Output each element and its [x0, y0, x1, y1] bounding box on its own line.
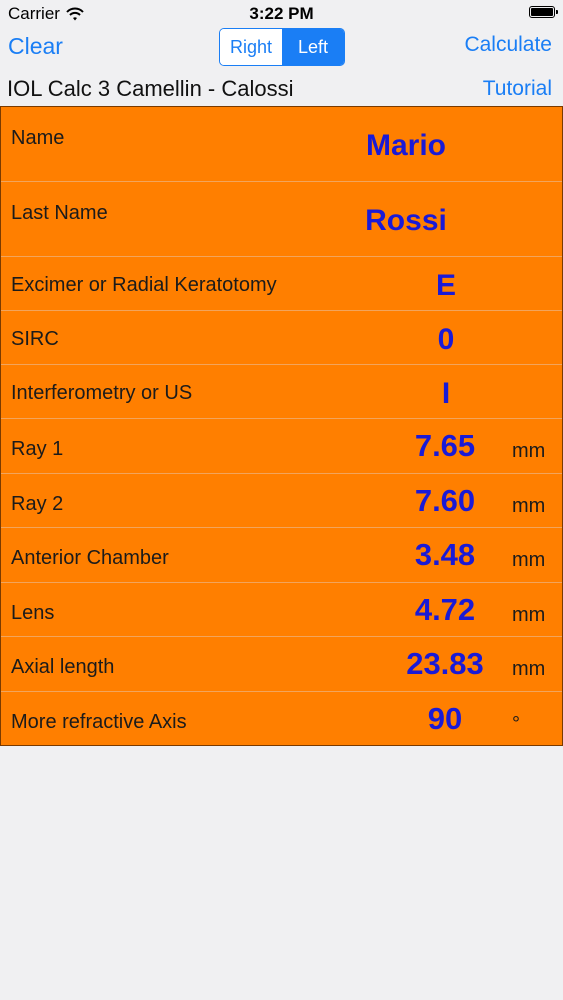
row-last-name[interactable]: Last Name Rossi	[1, 182, 562, 257]
segment-right[interactable]: Right	[220, 29, 282, 65]
axial-length-unit: mm	[512, 658, 546, 680]
battery-icon	[529, 6, 558, 18]
calculate-button[interactable]: Calculate	[464, 33, 552, 57]
anterior-chamber-value[interactable]: 3.48	[370, 537, 520, 573]
axial-length-value[interactable]: 23.83	[370, 646, 520, 682]
row-lens[interactable]: Lens 4.72 mm	[1, 583, 562, 637]
status-bar: Carrier 3:22 PM	[0, 0, 563, 28]
interferometry-label: Interferometry or US	[11, 382, 193, 404]
ray-1-value[interactable]: 7.65	[370, 428, 520, 464]
excimer-value[interactable]: E	[371, 269, 521, 303]
tutorial-button[interactable]: Tutorial	[483, 77, 552, 101]
eye-segmented-control: Right Left	[219, 28, 345, 66]
row-ray-2[interactable]: Ray 2 7.60 mm	[1, 474, 562, 528]
refractive-axis-value[interactable]: 90	[370, 701, 520, 737]
name-value[interactable]: Mario	[331, 129, 481, 163]
excimer-label: Excimer or Radial Keratotomy	[11, 274, 277, 296]
sirc-value[interactable]: 0	[371, 323, 521, 357]
refractive-axis-label: More refractive Axis	[11, 710, 187, 733]
lens-unit: mm	[512, 603, 546, 626]
axial-length-label: Axial length	[11, 656, 115, 678]
anterior-chamber-unit: mm	[512, 549, 546, 571]
row-name[interactable]: Name Mario	[1, 107, 562, 182]
row-interferometry[interactable]: Interferometry or US I	[1, 365, 562, 419]
battery-group	[529, 6, 558, 18]
row-excimer[interactable]: Excimer or Radial Keratotomy E	[1, 257, 562, 311]
interferometry-value[interactable]: I	[371, 377, 521, 411]
name-label: Name	[11, 127, 65, 149]
row-anterior-chamber[interactable]: Anterior Chamber 3.48 mm	[1, 528, 562, 583]
clear-button[interactable]: Clear	[8, 33, 63, 60]
lens-label: Lens	[11, 601, 55, 624]
anterior-chamber-label: Anterior Chamber	[11, 547, 169, 569]
app-title: IOL Calc 3 Camellin - Calossi	[7, 76, 294, 101]
last-name-label: Last Name	[11, 202, 108, 224]
row-refractive-axis[interactable]: More refractive Axis 90 °	[1, 692, 562, 746]
row-ray-1[interactable]: Ray 1 7.65 mm	[1, 419, 562, 474]
lens-value[interactable]: 4.72	[370, 592, 520, 628]
navigation-bar: Clear Right Left Calculate	[0, 28, 563, 68]
row-axial-length[interactable]: Axial length 23.83 mm	[1, 637, 562, 692]
status-time: 3:22 PM	[249, 4, 314, 23]
ray-1-unit: mm	[512, 440, 546, 462]
refractive-axis-unit: °	[512, 712, 520, 735]
ray-2-value[interactable]: 7.60	[370, 483, 520, 519]
ray-1-label: Ray 1	[11, 438, 64, 460]
row-sirc[interactable]: SIRC 0	[1, 311, 562, 365]
segment-left[interactable]: Left	[282, 29, 344, 65]
sirc-label: SIRC	[11, 328, 59, 350]
last-name-value[interactable]: Rossi	[331, 204, 481, 238]
ray-2-unit: mm	[512, 494, 546, 517]
patient-form: Name Mario Last Name Rossi Excimer or Ra…	[0, 106, 563, 746]
title-bar: IOL Calc 3 Camellin - Calossi Tutorial	[0, 70, 563, 104]
ray-2-label: Ray 2	[11, 492, 64, 515]
